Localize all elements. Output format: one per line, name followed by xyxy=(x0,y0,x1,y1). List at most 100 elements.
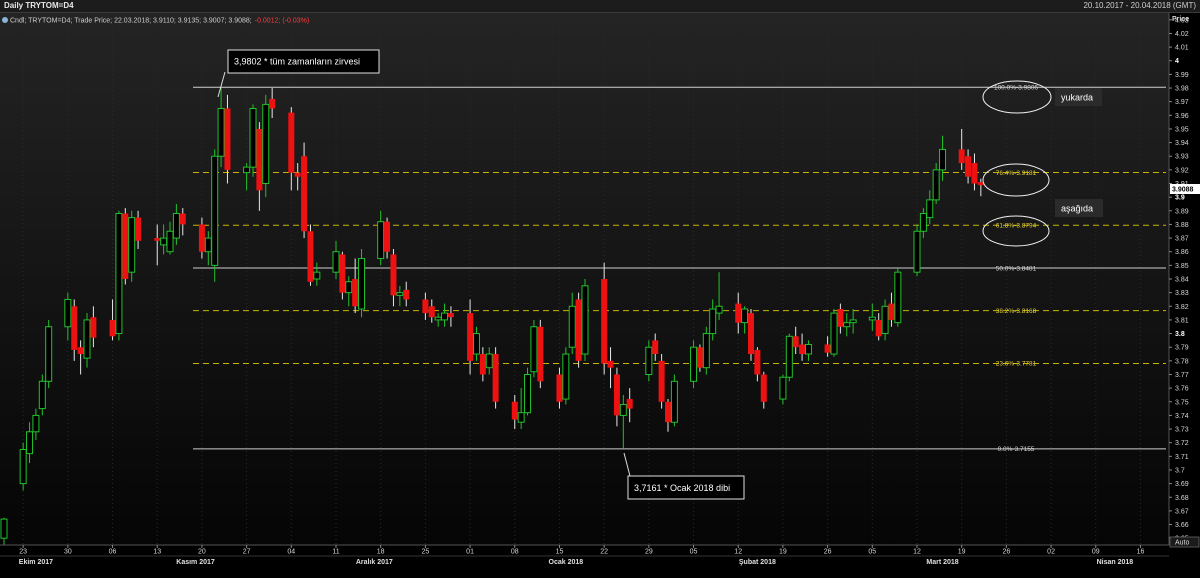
candle-body-up xyxy=(377,221,385,260)
candle-body-down xyxy=(122,213,129,279)
candle-body-up xyxy=(715,305,723,314)
candle-body-up xyxy=(262,103,270,185)
candle-body-up xyxy=(166,230,174,253)
candle-body-down xyxy=(748,313,754,355)
candle-body-down xyxy=(256,128,263,191)
candle-body-down xyxy=(754,349,761,375)
candle-body-up xyxy=(64,298,72,328)
candle-body-up xyxy=(517,412,525,423)
candle-body-up xyxy=(313,271,321,280)
candle-body-up xyxy=(26,431,34,455)
candle-body-up xyxy=(568,305,576,348)
candle-body-down xyxy=(224,108,231,170)
price-tick-label: 3.82 xyxy=(1175,304,1189,311)
price-tick-label: 4.02 xyxy=(1175,31,1189,38)
price-chart[interactable]: 100.0%-3.9806 76.4%-3.9181 61.8%-3.8794 50.… xyxy=(0,13,1200,578)
candle-body-down xyxy=(537,326,544,382)
candle-body-down xyxy=(390,254,397,296)
candle-body-up xyxy=(434,316,442,321)
day-tick-label: 18 xyxy=(377,549,385,556)
day-tick-label: 12 xyxy=(913,549,921,556)
candle-body-up xyxy=(0,518,8,539)
candle-body-down xyxy=(422,299,429,314)
price-tick-label: 3.92 xyxy=(1175,167,1189,174)
candle-body-up xyxy=(919,213,927,232)
candle-body-up xyxy=(485,353,493,369)
candle-body-down xyxy=(601,279,608,364)
candle-body-down xyxy=(575,299,582,361)
candle-body-up xyxy=(472,333,480,355)
candle-body-up xyxy=(926,199,934,219)
date-range: 20.10.2017 - 20.04.2018 (GMT) xyxy=(1083,1,1196,10)
price-tick-label: 3.81 xyxy=(1175,317,1189,324)
candle-body-up xyxy=(396,292,404,296)
candle-body-down xyxy=(352,279,359,307)
candle-body-up xyxy=(645,346,653,375)
day-tick-label: 13 xyxy=(153,549,161,556)
candle-body-up xyxy=(785,335,793,378)
price-axis[interactable]: Price 4.034.024.0143.993.983.973.963.953… xyxy=(1168,13,1200,545)
candle-body-up xyxy=(204,237,212,253)
candle-body-up xyxy=(868,316,876,321)
low-annotation-text: 3,7161 * Ocak 2018 dibi xyxy=(634,483,730,493)
candle-body-up xyxy=(345,281,353,294)
candle-body-down xyxy=(294,172,301,177)
month-label: Ekim 2017 xyxy=(19,559,53,566)
price-tick-label: 3.66 xyxy=(1175,522,1189,529)
candle-body-up xyxy=(881,305,889,335)
legend-icon xyxy=(2,17,8,23)
day-tick-label: 25 xyxy=(421,549,429,556)
month-label: Aralık 2017 xyxy=(356,559,393,566)
price-tick-label: 4 xyxy=(1175,58,1179,65)
candle-body-down xyxy=(824,344,831,353)
candle-body-down xyxy=(339,254,346,293)
day-tick-label: 11 xyxy=(332,549,339,556)
candle-body-up xyxy=(172,213,180,239)
day-tick-label: 08 xyxy=(511,549,519,556)
price-tick-label: 3.77 xyxy=(1175,372,1189,379)
candle-body-down xyxy=(269,98,276,109)
price-tick-label: 4.03 xyxy=(1175,17,1189,24)
candle-body-up xyxy=(19,449,27,485)
candle-body-down xyxy=(888,303,895,320)
candle-body-up xyxy=(441,312,449,321)
fib-label: 38.2%-3.8168 xyxy=(996,308,1037,315)
candle-body-down xyxy=(652,340,659,355)
candle-body-up xyxy=(530,326,538,373)
candle-body-up xyxy=(115,213,123,335)
auto-scale-label: Auto xyxy=(1175,540,1190,547)
fib-label: 100.0%-3.9806 xyxy=(994,85,1038,92)
day-tick-label: 04 xyxy=(287,549,295,556)
label-below-text: aşağıda xyxy=(1061,204,1093,214)
candle-body-up xyxy=(128,217,136,273)
candle-body-down xyxy=(109,319,116,337)
candle-body-down xyxy=(135,217,142,241)
candle-body-down xyxy=(837,309,844,327)
candle-body-up xyxy=(741,308,749,324)
price-tick-label: 3.95 xyxy=(1175,126,1189,133)
legend-text: Cndl; TRYTOM=D4; Trade Price; 22.03.2018… xyxy=(10,18,252,25)
candle-body-down xyxy=(154,238,161,241)
candle-body-up xyxy=(702,333,710,369)
price-tick-label: 4.01 xyxy=(1175,45,1189,52)
legend: Cndl; TRYTOM=D4; Trade Price; 22.03.2018… xyxy=(2,17,309,25)
day-tick-label: 09 xyxy=(1092,549,1100,556)
candle-body-down xyxy=(735,303,742,323)
month-label: Nisan 2018 xyxy=(1097,559,1134,566)
day-tick-label: 30 xyxy=(64,549,72,556)
candle-body-down xyxy=(90,317,97,338)
candle-body-up xyxy=(894,271,902,324)
month-label: Şubat 2018 xyxy=(739,559,776,566)
candle-body-up xyxy=(217,107,225,157)
candle-body-down xyxy=(447,313,454,318)
fib-label: 50.0%-3.8481 xyxy=(996,265,1037,272)
price-tick-label: 3.73 xyxy=(1175,427,1189,434)
candle-body-down xyxy=(696,347,703,368)
candle-body-down xyxy=(556,374,563,402)
day-tick-label: 20 xyxy=(198,549,206,556)
candle-body-down xyxy=(77,347,84,355)
price-tick-label: 3.69 xyxy=(1175,481,1189,488)
candle-body-up xyxy=(45,326,53,382)
label-above-text: yukarda xyxy=(1061,93,1093,103)
candle-body-down xyxy=(307,231,314,282)
